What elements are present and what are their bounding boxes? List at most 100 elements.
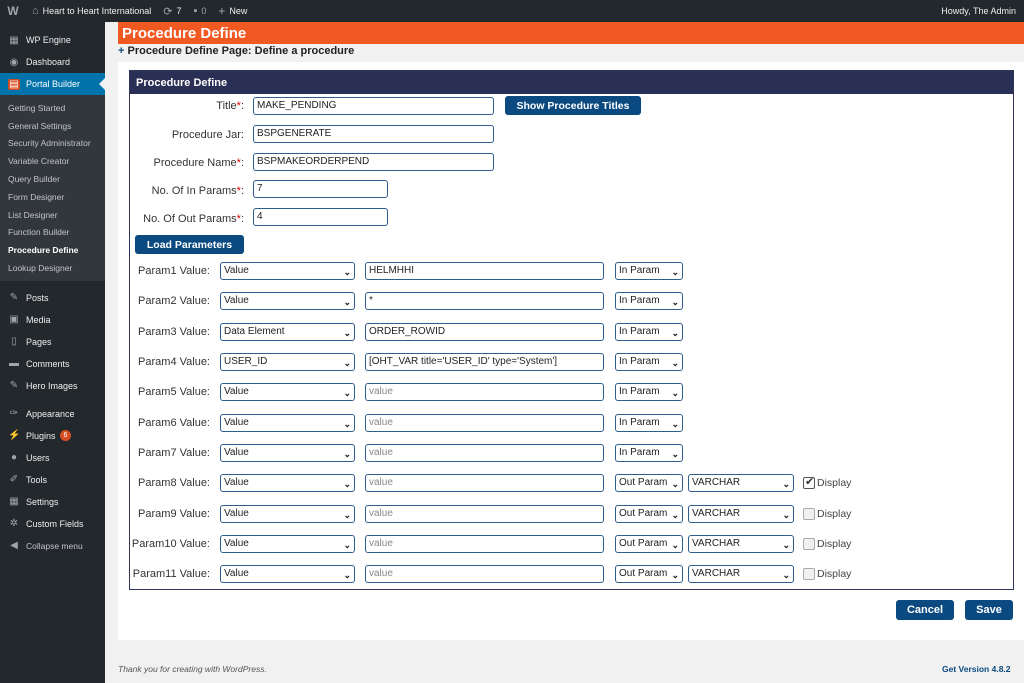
menu-custom-fields[interactable]: ✲ Custom Fields xyxy=(0,513,105,535)
chevron-down-icon: ⌄ xyxy=(671,358,679,368)
param-value-input[interactable]: value xyxy=(365,414,604,432)
param-value-input[interactable]: value xyxy=(365,474,604,492)
param-direction-select[interactable]: In Param ⌄ xyxy=(615,323,683,341)
param-label: Param9 Value: xyxy=(138,508,210,520)
submenu-procedure-define[interactable]: Procedure Define xyxy=(0,241,105,259)
account-menu[interactable]: Howdy, The Admin xyxy=(935,0,1024,22)
display-checkbox[interactable] xyxy=(803,508,815,520)
submenu-lookup-designer[interactable]: Lookup Designer xyxy=(0,259,105,277)
param-datatype-select[interactable]: VARCHAR ⌄ xyxy=(688,565,794,583)
expand-plus-icon[interactable]: + xyxy=(118,45,124,57)
submenu-variable-creator[interactable]: Variable Creator xyxy=(0,152,105,170)
menu-users[interactable]: ● Users xyxy=(0,447,105,469)
display-checkbox[interactable] xyxy=(803,568,815,580)
cancel-button[interactable]: Cancel xyxy=(896,600,954,620)
param-value-input[interactable]: value xyxy=(365,505,604,523)
param-value-input[interactable]: value xyxy=(365,444,604,462)
menu-comments[interactable]: ▬ Comments xyxy=(0,353,105,375)
wordpress-logo-icon[interactable]: W xyxy=(0,0,26,22)
updates-count: 7 xyxy=(176,6,182,16)
param-value-input[interactable]: ORDER_ROWID xyxy=(365,323,604,341)
param-direction-select[interactable]: Out Param ⌄ xyxy=(615,474,683,492)
param-label: Param3 Value: xyxy=(138,326,210,338)
param-datatype-select[interactable]: VARCHAR ⌄ xyxy=(688,505,794,523)
menu-collapse[interactable]: ◀ Collapse menu xyxy=(0,535,105,557)
updates-link[interactable]: ⟳ 7 xyxy=(157,0,187,22)
footer-version-link[interactable]: Get Version 4.8.2 xyxy=(942,664,1011,674)
param-direction-select[interactable]: Out Param ⌄ xyxy=(615,505,683,523)
procedure-jar-input[interactable]: BSPGENERATE xyxy=(253,125,494,143)
chevron-down-icon: ⌄ xyxy=(671,297,679,307)
param-datatype-select[interactable]: VARCHAR ⌄ xyxy=(688,535,794,553)
menu-wp-engine[interactable]: ▦ WP Engine xyxy=(0,29,105,51)
param-type-select[interactable]: Value ⌄ xyxy=(220,565,355,583)
param-direction-select[interactable]: In Param ⌄ xyxy=(615,414,683,432)
title-input[interactable]: MAKE_PENDING xyxy=(253,97,494,115)
submenu-security-administrator[interactable]: Security Administrator xyxy=(0,135,105,153)
submenu-form-designer[interactable]: Form Designer xyxy=(0,188,105,206)
submenu-function-builder[interactable]: Function Builder xyxy=(0,224,105,242)
param-value-input[interactable]: HELMHHI xyxy=(365,262,604,280)
show-procedure-titles-button[interactable]: Show Procedure Titles xyxy=(505,96,641,115)
display-checkbox[interactable] xyxy=(803,538,815,550)
param-type-select[interactable]: Value ⌄ xyxy=(220,292,355,310)
site-name-link[interactable]: ⌂ Heart to Heart International xyxy=(26,0,157,22)
chevron-down-icon: ⌄ xyxy=(343,570,351,580)
display-label: Display xyxy=(817,568,852,580)
chevron-down-icon: ⌄ xyxy=(343,540,351,550)
comments-link[interactable]: ▪ 0 xyxy=(187,0,212,22)
chevron-down-icon: ⌄ xyxy=(782,479,790,489)
param-type-value: Value xyxy=(224,386,249,397)
menu-tools[interactable]: ✐ Tools xyxy=(0,469,105,491)
param-value-input[interactable]: [OHT_VAR title='USER_ID' type='System'] xyxy=(365,353,604,371)
menu-media[interactable]: ▣ Media xyxy=(0,309,105,331)
procedure-name-label: Procedure Name*: xyxy=(153,157,245,169)
param-type-select[interactable]: Value ⌄ xyxy=(220,535,355,553)
save-button[interactable]: Save xyxy=(965,600,1013,620)
chevron-down-icon: ⌄ xyxy=(671,510,679,520)
param-direction-select[interactable]: Out Param ⌄ xyxy=(615,565,683,583)
param-type-select[interactable]: Value ⌄ xyxy=(220,414,355,432)
menu-appearance[interactable]: ✑ Appearance xyxy=(0,403,105,425)
param-type-select[interactable]: Value ⌄ xyxy=(220,474,355,492)
param-value-input[interactable]: value xyxy=(365,565,604,583)
in-params-input[interactable]: 7 xyxy=(253,180,388,198)
menu-plugins[interactable]: ⚡ Plugins 6 xyxy=(0,425,105,447)
out-params-input[interactable]: 4 xyxy=(253,208,388,226)
param-value-input[interactable]: value xyxy=(365,535,604,553)
param-type-select[interactable]: USER_ID ⌄ xyxy=(220,353,355,371)
submenu-getting-started[interactable]: Getting Started xyxy=(0,99,105,117)
param-value-input[interactable]: * xyxy=(365,292,604,310)
submenu-general-settings[interactable]: General Settings xyxy=(0,117,105,135)
menu-hero-images[interactable]: ✎ Hero Images xyxy=(0,375,105,397)
menu-dashboard[interactable]: ◉ Dashboard xyxy=(0,51,105,73)
menu-label: Collapse menu xyxy=(26,540,83,551)
param-type-select[interactable]: Value ⌄ xyxy=(220,262,355,280)
param-type-select[interactable]: Value ⌄ xyxy=(220,444,355,462)
param-direction-select[interactable]: In Param ⌄ xyxy=(615,353,683,371)
menu-posts[interactable]: ✎ Posts xyxy=(0,287,105,309)
load-parameters-button[interactable]: Load Parameters xyxy=(135,235,244,254)
param-label: Param1 Value: xyxy=(138,265,210,277)
param-direction-select[interactable]: In Param ⌄ xyxy=(615,444,683,462)
param-direction-select[interactable]: In Param ⌄ xyxy=(615,292,683,310)
menu-label: Pages xyxy=(26,336,52,347)
submenu-query-builder[interactable]: Query Builder xyxy=(0,170,105,188)
display-checkbox[interactable]: ✔ xyxy=(803,476,815,489)
procedure-name-input[interactable]: BSPMAKEORDERPEND xyxy=(253,153,494,171)
submenu-list-designer[interactable]: List Designer xyxy=(0,206,105,224)
param-direction-select[interactable]: In Param ⌄ xyxy=(615,383,683,401)
menu-settings[interactable]: ▦ Settings xyxy=(0,491,105,513)
param-direction-select[interactable]: Out Param ⌄ xyxy=(615,535,683,553)
param-value-input[interactable]: value xyxy=(365,383,604,401)
param-type-select[interactable]: Value ⌄ xyxy=(220,505,355,523)
param-datatype-select[interactable]: VARCHAR ⌄ xyxy=(688,474,794,492)
param-direction-select[interactable]: In Param ⌄ xyxy=(615,262,683,280)
new-content-link[interactable]: + New xyxy=(212,0,253,22)
menu-portal-builder[interactable]: ▤ Portal Builder xyxy=(0,73,105,95)
appearance-icon: ✑ xyxy=(9,408,19,420)
menu-label: Custom Fields xyxy=(26,518,84,529)
param-type-select[interactable]: Value ⌄ xyxy=(220,383,355,401)
menu-pages[interactable]: ▯ Pages xyxy=(0,331,105,353)
param-type-select[interactable]: Data Element ⌄ xyxy=(220,323,355,341)
